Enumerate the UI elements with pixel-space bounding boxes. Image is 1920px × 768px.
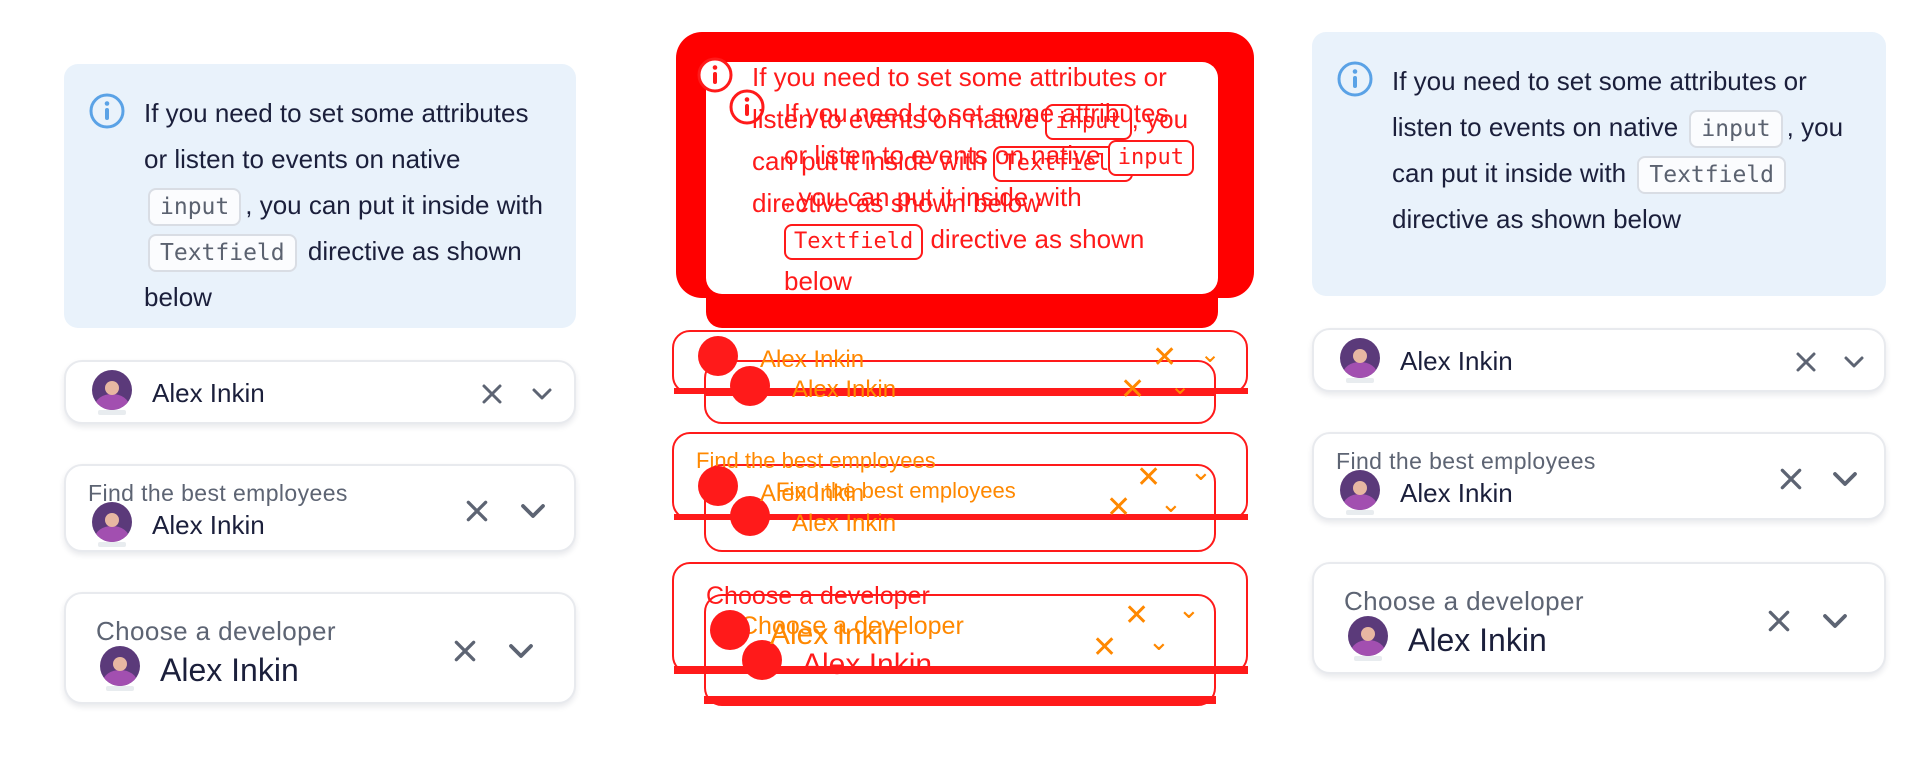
diff-select-value: Alex Inkin (770, 618, 901, 651)
info-icon (89, 93, 125, 129)
notice-text-after: directive as shown below (1392, 204, 1682, 234)
developer-select[interactable]: Alex Inkin (1312, 328, 1886, 392)
employee-select[interactable]: Find the best employees Alex Inkin (64, 464, 576, 552)
close-icon: ✕ (1092, 631, 1118, 664)
diff-select-label: Choose a developer (706, 582, 930, 610)
select-value: Alex Inkin (160, 652, 299, 688)
chevron-down-icon: ⌄ (1160, 488, 1182, 518)
select-value: Alex Inkin (152, 378, 265, 408)
diff-select-value: Alex Inkin (760, 346, 865, 373)
chevron-down-icon[interactable] (1830, 464, 1860, 494)
chevron-down-icon: ⌄ (1190, 456, 1212, 486)
diff-notice-text-offset: If you need to set some attributes or li… (784, 92, 1194, 302)
diff-select-value: Alex Inkin (792, 376, 897, 403)
clear-icon[interactable] (1766, 608, 1792, 634)
avatar (92, 502, 132, 547)
close-icon: ✕ (1120, 373, 1146, 406)
chevron-down-icon[interactable] (518, 496, 548, 526)
avatar (1340, 470, 1380, 515)
chevron-down-icon[interactable] (1842, 350, 1866, 374)
close-icon: ✕ (1124, 599, 1150, 632)
notice-text-middle: , you can put it inside with (245, 190, 543, 220)
diff-select-value: Alex Inkin (802, 648, 933, 681)
employee-select[interactable]: Find the best employees Alex Inkin (1312, 432, 1886, 520)
clear-icon[interactable] (480, 382, 504, 406)
avatar (100, 646, 140, 691)
close-icon: ✕ (1106, 491, 1132, 524)
chevron-down-icon: ⌄ (1170, 373, 1191, 400)
diff-select-value: Alex Inkin (792, 510, 897, 537)
select-value: Alex Inkin (1400, 478, 1513, 508)
chevron-down-icon: ⌄ (1178, 594, 1200, 624)
select-value: Alex Inkin (1400, 346, 1513, 376)
code-textfield: Textfield (148, 234, 297, 272)
chevron-down-icon[interactable] (1820, 606, 1850, 636)
select-label: Choose a developer (1344, 586, 1584, 616)
chevron-down-icon[interactable] (506, 636, 536, 666)
info-icon (1337, 61, 1373, 97)
code-input: input (148, 188, 242, 226)
close-icon: ✕ (1136, 461, 1162, 494)
clear-icon[interactable] (464, 498, 490, 524)
clear-icon[interactable] (1778, 466, 1804, 492)
select-value: Alex Inkin (1408, 622, 1547, 658)
developer-select[interactable]: Alex Inkin (64, 360, 576, 424)
info-notice: If you need to set some attributes or li… (64, 64, 576, 328)
large-developer-select[interactable]: Choose a developer Alex Inkin (64, 592, 576, 704)
code-textfield: Textfield (1637, 156, 1786, 194)
diff-bar (704, 696, 1216, 704)
avatar (1340, 338, 1380, 383)
large-developer-select[interactable]: Choose a developer Alex Inkin (1312, 562, 1886, 674)
chevron-down-icon: ⌄ (1148, 626, 1170, 656)
clear-icon[interactable] (452, 638, 478, 664)
avatar (92, 370, 132, 415)
avatar (1348, 616, 1388, 661)
select-value: Alex Inkin (152, 510, 265, 540)
right-panel: If you need to set some attributes or li… (1280, 0, 1920, 768)
close-icon: ✕ (1152, 341, 1178, 374)
notice-text-before: If you need to set some attributes or li… (144, 98, 529, 174)
chevron-down-icon: ⌄ (1200, 341, 1221, 368)
left-panel: If you need to set some attributes or li… (0, 0, 600, 768)
info-notice: If you need to set some attributes or li… (1312, 32, 1886, 296)
chevron-down-icon[interactable] (530, 382, 554, 406)
clear-icon[interactable] (1794, 350, 1818, 374)
diff-select-value: Alex Inkin (760, 480, 865, 507)
select-label: Choose a developer (96, 616, 336, 646)
code-input: input (1689, 110, 1783, 148)
